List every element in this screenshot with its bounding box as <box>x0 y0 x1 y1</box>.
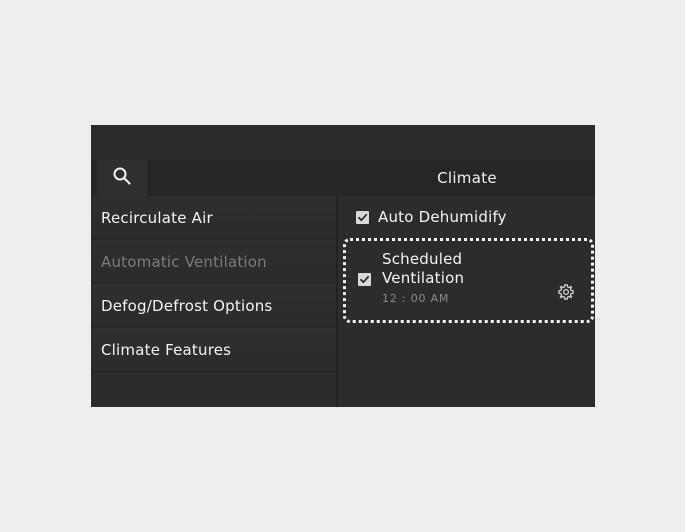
menu-item-climate-features[interactable]: Climate Features <box>91 328 336 372</box>
checkmark-icon <box>358 213 368 221</box>
menu-item-automatic-ventilation: Automatic Ventilation <box>91 240 336 284</box>
scheduled-ventilation-checkbox[interactable] <box>358 273 371 286</box>
climate-screen: Climate Recirculate Air Automatic Ventil… <box>91 125 595 407</box>
scheduled-ventilation-option[interactable]: Scheduled Ventilation 12 : 00 AM <box>343 238 594 323</box>
checkmark-icon <box>360 275 370 284</box>
search-icon <box>112 166 132 190</box>
top-strip <box>91 125 595 160</box>
auto-dehumidify-checkbox[interactable] <box>356 210 369 224</box>
auto-dehumidify-option[interactable]: Auto Dehumidify <box>356 208 507 226</box>
menu-item-recirculate-air[interactable]: Recirculate Air <box>91 196 336 240</box>
gear-icon[interactable] <box>557 283 575 301</box>
scheduled-time: 12 : 00 AM <box>382 292 450 305</box>
scheduled-ventilation-label: Scheduled Ventilation <box>382 250 464 288</box>
sidebar-menu: Recirculate Air Automatic Ventilation De… <box>91 196 336 407</box>
search-button[interactable] <box>97 160 147 196</box>
scheduled-ventilation-label-line2: Ventilation <box>382 269 465 287</box>
header-bar: Climate <box>91 160 595 196</box>
auto-dehumidify-label: Auto Dehumidify <box>378 208 507 226</box>
menu-item-defog-defrost-options[interactable]: Defog/Defrost Options <box>91 284 336 328</box>
page-title: Climate <box>437 169 497 187</box>
scheduled-ventilation-label-line1: Scheduled <box>382 250 463 268</box>
